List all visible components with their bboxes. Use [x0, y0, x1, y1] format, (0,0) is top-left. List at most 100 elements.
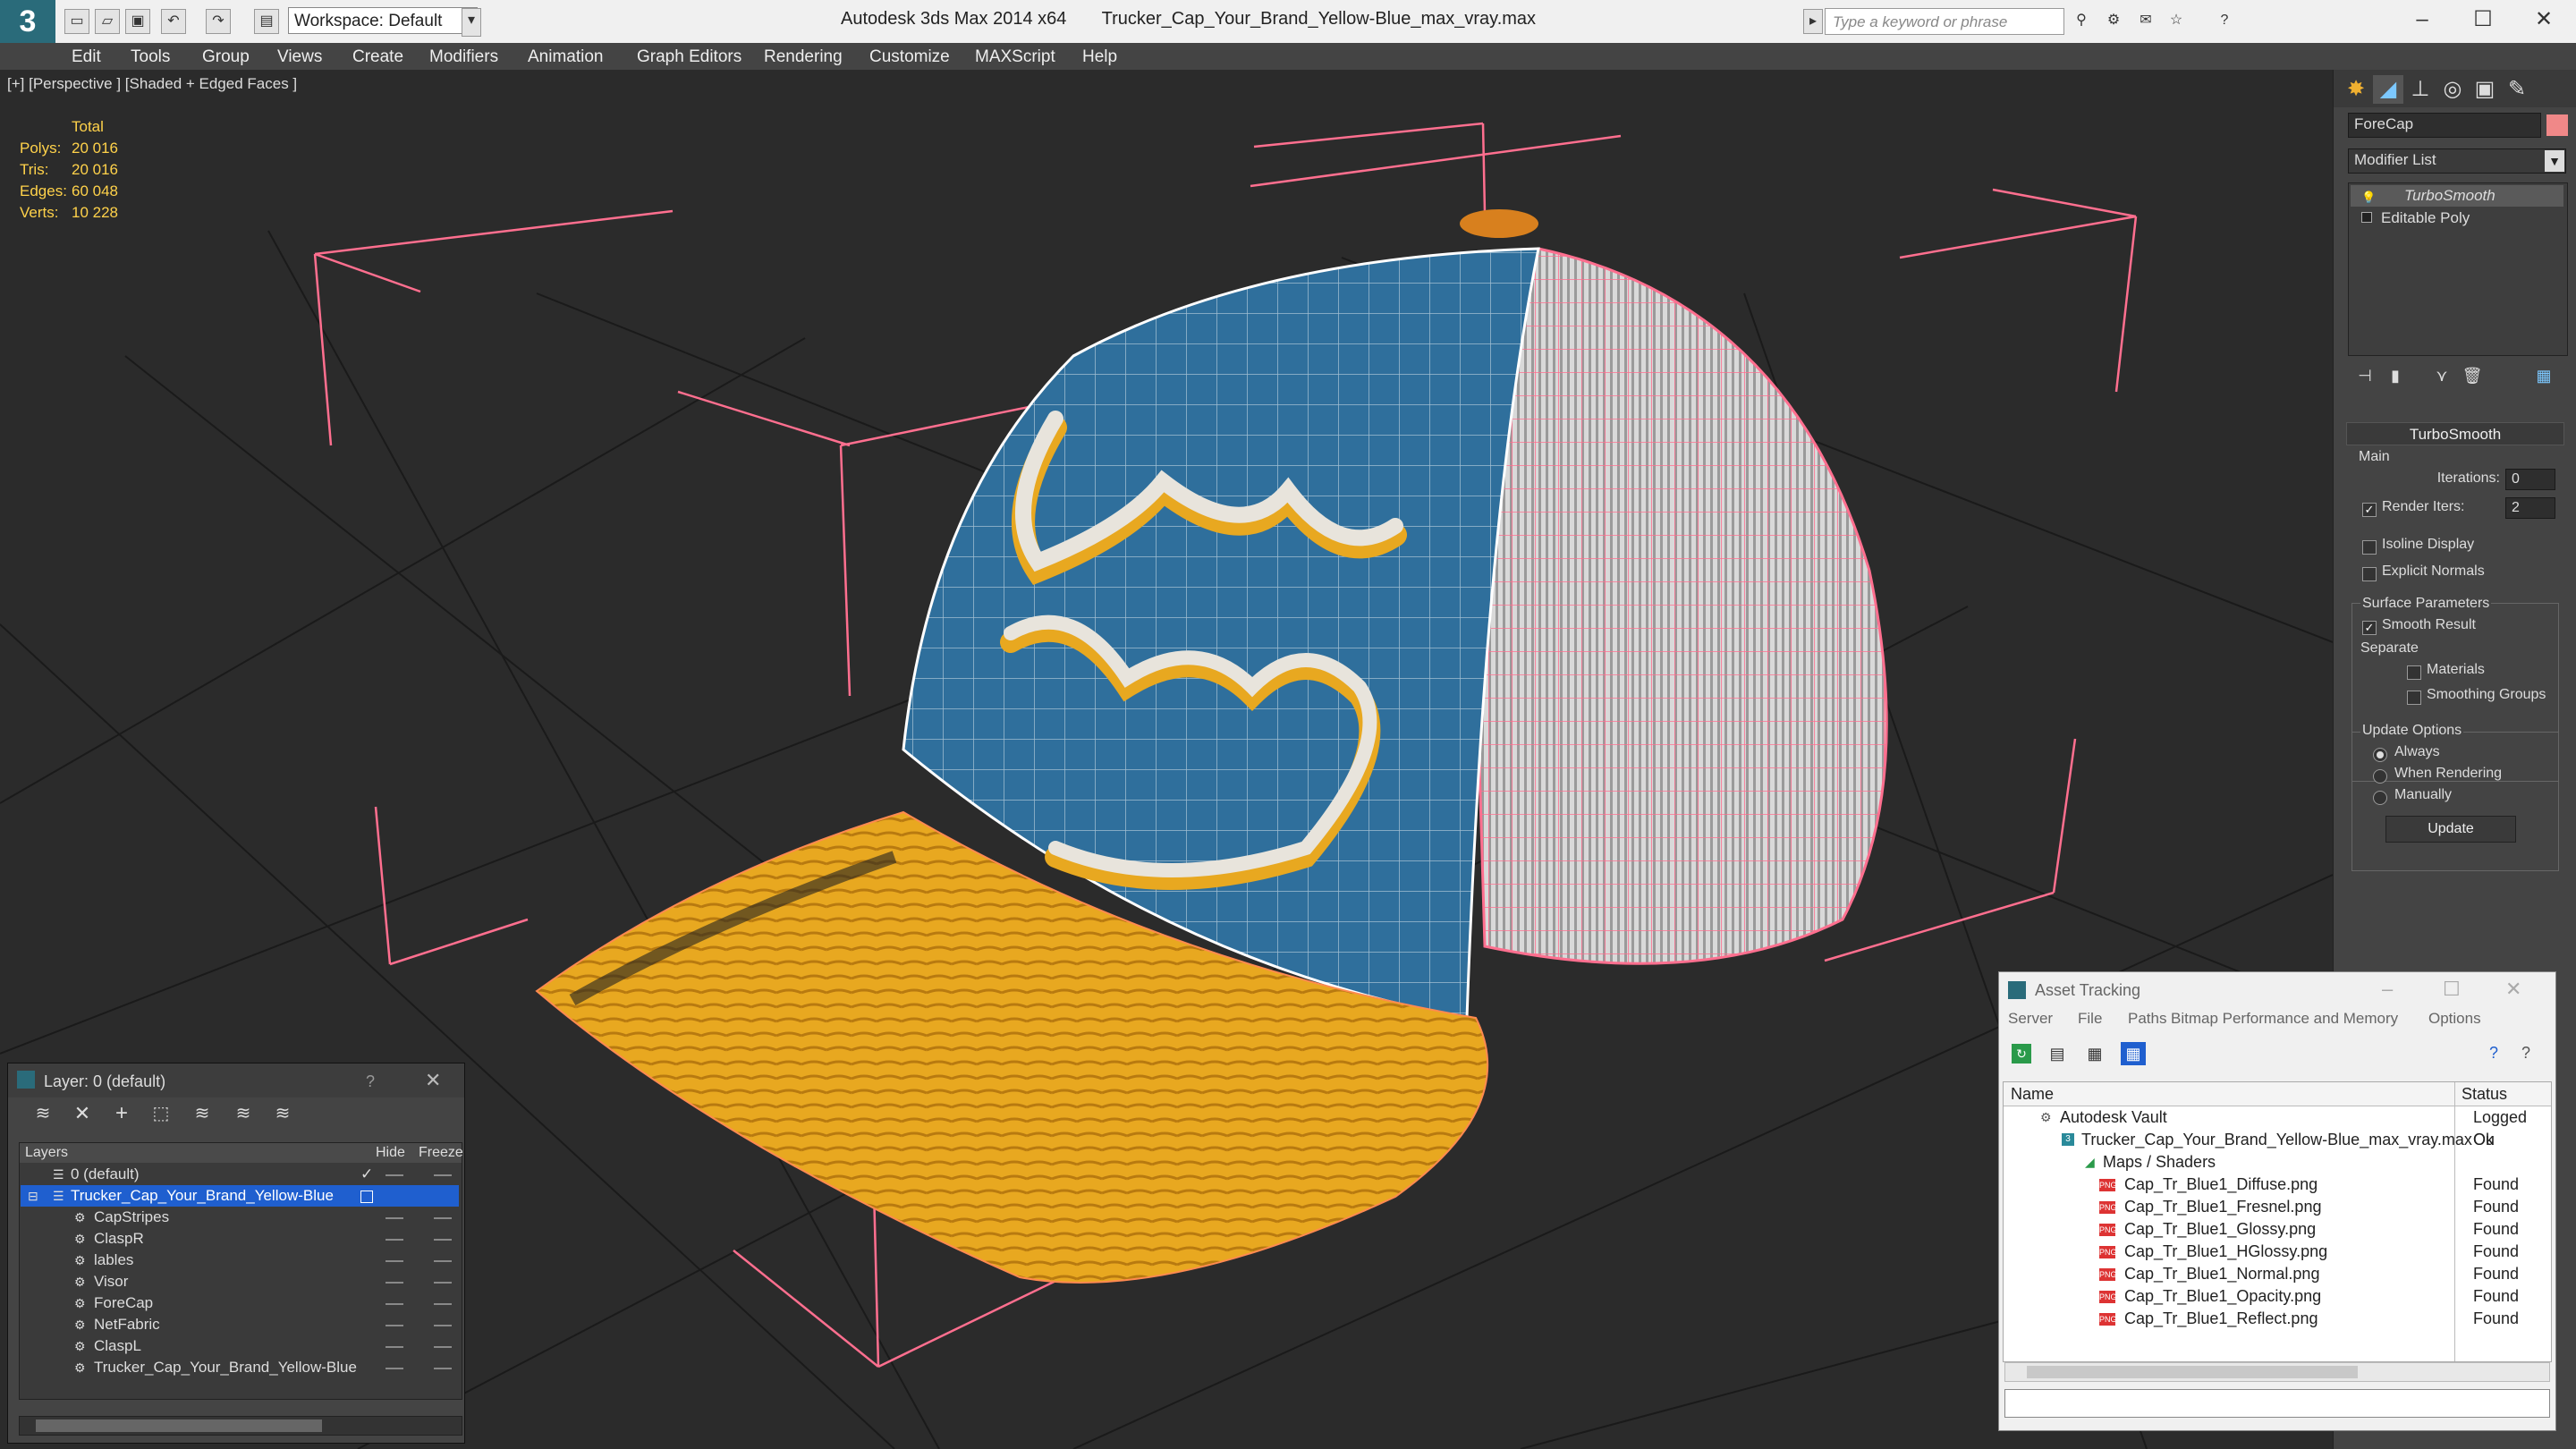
layer-help-button[interactable]: ? [366, 1072, 375, 1091]
utilities-tab-icon[interactable]: ✎ [2502, 75, 2532, 104]
asset-menu-paths[interactable]: Paths [2128, 1010, 2166, 1028]
menu-animation[interactable]: Animation [528, 47, 604, 67]
menu-graph-editors[interactable]: Graph Editors [637, 47, 741, 67]
binoculars-icon[interactable]: ⚲ [2070, 9, 2093, 32]
menu-create[interactable]: Create [352, 47, 403, 67]
asset-row[interactable]: PNG Cap_Tr_Blue1_HGlossy.png Found [2006, 1241, 2546, 1263]
open-file-icon[interactable]: ▱ [95, 9, 120, 34]
layer-scrollbar-thumb[interactable] [36, 1419, 322, 1432]
configure-modifier-sets-icon[interactable]: ▦ [2529, 361, 2559, 390]
table-view-icon[interactable]: ▦ [2121, 1042, 2146, 1065]
when-rendering-radio[interactable] [2373, 769, 2387, 784]
layer-row[interactable]: ⚙ lables [21, 1250, 459, 1271]
asset-row[interactable]: 3 Trucker_Cap_Your_Brand_Yellow-Blue_max_… [2006, 1129, 2546, 1151]
current-layer-check-icon[interactable]: ✓ [360, 1164, 373, 1185]
remove-modifier-icon[interactable]: 🗑 [2457, 361, 2487, 390]
update-button[interactable]: Update [2385, 816, 2516, 843]
turbosmooth-rollout-header[interactable]: TurboSmooth [2346, 422, 2564, 445]
freeze-column-header[interactable]: Freeze [419, 1143, 463, 1163]
asset-row[interactable]: PNG Cap_Tr_Blue1_Normal.png Found [2006, 1263, 2546, 1285]
freeze-all-icon[interactable]: ≋ [267, 1099, 298, 1128]
isoline-display-checkbox[interactable] [2362, 540, 2377, 555]
close-icon[interactable]: ✕ [2517, 5, 2571, 34]
modifier-list-arrow-icon[interactable]: ▼ [2545, 150, 2564, 172]
asset-maximize-icon[interactable]: ☐ [2443, 978, 2461, 1001]
stack-item-editable-poly[interactable]: Editable Poly [2351, 208, 2563, 229]
undo-icon[interactable]: ↶ [161, 9, 186, 34]
minimize-icon[interactable]: – [2395, 5, 2449, 34]
search-input[interactable]: Type a keyword or phrase [1825, 8, 2064, 35]
modifier-list-dropdown[interactable]: Modifier List [2348, 148, 2566, 174]
layer-row[interactable]: ⚙ CapStripes [21, 1207, 459, 1228]
layer-dialog-titlebar[interactable]: Layer: 0 (default) ? ✕ [8, 1063, 464, 1097]
menu-modifiers[interactable]: Modifiers [429, 47, 498, 67]
layer-row[interactable]: ⚙ Visor [21, 1271, 459, 1292]
manually-radio[interactable] [2373, 791, 2387, 805]
refresh-icon[interactable]: ↻ [2012, 1044, 2031, 1063]
layer-row[interactable]: ⚙ NetFabric [21, 1314, 459, 1335]
asset-menu-server[interactable]: Server [2008, 1010, 2053, 1028]
lightbulb-icon[interactable]: 💡 [2361, 191, 2376, 205]
layer-row[interactable]: ⚙ ClaspR [21, 1228, 459, 1250]
select-objects-icon[interactable]: ⬚ [146, 1099, 176, 1128]
asset-row[interactable]: PNG Cap_Tr_Blue1_Opacity.png Found [2006, 1285, 2546, 1308]
viewport-label[interactable]: [+] [Perspective ] [Shaded + Edged Faces… [7, 75, 297, 93]
new-file-icon[interactable]: ▭ [64, 9, 89, 34]
object-color-swatch[interactable] [2546, 114, 2568, 136]
collapse-icon[interactable]: ⊟ [28, 1185, 38, 1207]
asset-path-field[interactable] [2004, 1389, 2550, 1418]
menu-group[interactable]: Group [202, 47, 250, 67]
asset-menu-bitmap-performance[interactable]: Bitmap Performance and Memory [2171, 1010, 2398, 1028]
save-file-icon[interactable]: ▣ [125, 9, 150, 34]
display-tab-icon[interactable]: ▣ [2470, 75, 2500, 104]
asset-menu-options[interactable]: Options [2428, 1010, 2481, 1028]
search-expand-icon[interactable]: ▸ [1803, 9, 1823, 34]
new-layer-icon[interactable]: ≋ [28, 1099, 58, 1128]
communication-icon[interactable]: ✉ [2134, 9, 2157, 32]
always-radio[interactable] [2373, 748, 2387, 762]
pin-stack-icon[interactable]: ⊣ [2350, 361, 2380, 390]
app-logo-icon[interactable]: 3 [0, 0, 55, 43]
workspace-dropdown[interactable]: Workspace: Default [288, 7, 478, 34]
asset-row[interactable]: PNG Cap_Tr_Blue1_Fresnel.png Found [2006, 1196, 2546, 1218]
tree-view-icon[interactable]: ▦ [2085, 1044, 2105, 1063]
list-view-icon[interactable]: ▤ [2047, 1044, 2067, 1063]
project-folder-icon[interactable]: ▤ [254, 9, 279, 34]
name-column-header[interactable]: Name [2011, 1082, 2054, 1106]
layer-row[interactable]: ☰ 0 (default) ✓ [21, 1164, 459, 1185]
iterations-spinner[interactable]: 0 [2505, 469, 2555, 490]
smoothing-groups-checkbox[interactable] [2407, 691, 2421, 705]
create-tab-icon[interactable]: ✸ [2341, 75, 2371, 104]
asset-minimize-icon[interactable]: – [2382, 978, 2393, 1001]
layer-row[interactable]: ⚙ ClaspL [21, 1335, 459, 1357]
modify-tab-icon[interactable]: ◢ [2373, 75, 2403, 104]
stack-item-turbosmooth[interactable]: TurboSmooth [2351, 185, 2563, 207]
delete-layer-icon[interactable]: ✕ [67, 1099, 97, 1128]
asset-row[interactable]: ⚙ Autodesk Vault Logged Ou [2006, 1106, 2546, 1148]
asset-row[interactable]: PNG Cap_Tr_Blue1_Diffuse.png Found [2006, 1174, 2546, 1196]
hide-all-icon[interactable]: ≋ [228, 1099, 258, 1128]
add-to-layer-icon[interactable]: + [106, 1099, 137, 1128]
help-icon[interactable]: ? [2213, 9, 2236, 32]
favorites-star-icon[interactable]: ☆ [2165, 9, 2188, 32]
layer-close-icon[interactable]: ✕ [425, 1069, 441, 1092]
workspace-dropdown-arrow-icon[interactable]: ▾ [462, 8, 481, 37]
show-end-result-icon[interactable]: ▮ [2380, 361, 2411, 390]
layer-horizontal-scrollbar[interactable] [19, 1416, 462, 1436]
layers-column-header[interactable]: Layers [25, 1143, 68, 1163]
maximize-icon[interactable]: ☐ [2456, 5, 2510, 34]
menu-help[interactable]: Help [1082, 47, 1117, 67]
menu-rendering[interactable]: Rendering [764, 47, 843, 67]
redo-icon[interactable]: ↷ [206, 9, 231, 34]
layer-row[interactable]: ⚙ Trucker_Cap_Your_Brand_Yellow-Blue [21, 1357, 459, 1378]
asset-scrollbar-thumb[interactable] [2027, 1366, 2358, 1378]
asset-row[interactable]: PNG Cap_Tr_Blue1_Glossy.png Found [2006, 1218, 2546, 1241]
menu-tools[interactable]: Tools [131, 47, 170, 67]
render-iters-checkbox[interactable]: ✓ [2362, 503, 2377, 517]
asset-info-icon[interactable]: ? [2521, 1044, 2530, 1063]
object-name-field[interactable]: ForeCap [2348, 113, 2541, 138]
set-current-box-icon[interactable] [360, 1191, 373, 1203]
asset-dialog-titlebar[interactable]: Asset Tracking – ☐ ✕ [1999, 972, 2555, 1008]
materials-checkbox[interactable] [2407, 665, 2421, 680]
asset-row[interactable]: PNG Cap_Tr_Blue1_Reflect.png Found [2006, 1308, 2546, 1330]
